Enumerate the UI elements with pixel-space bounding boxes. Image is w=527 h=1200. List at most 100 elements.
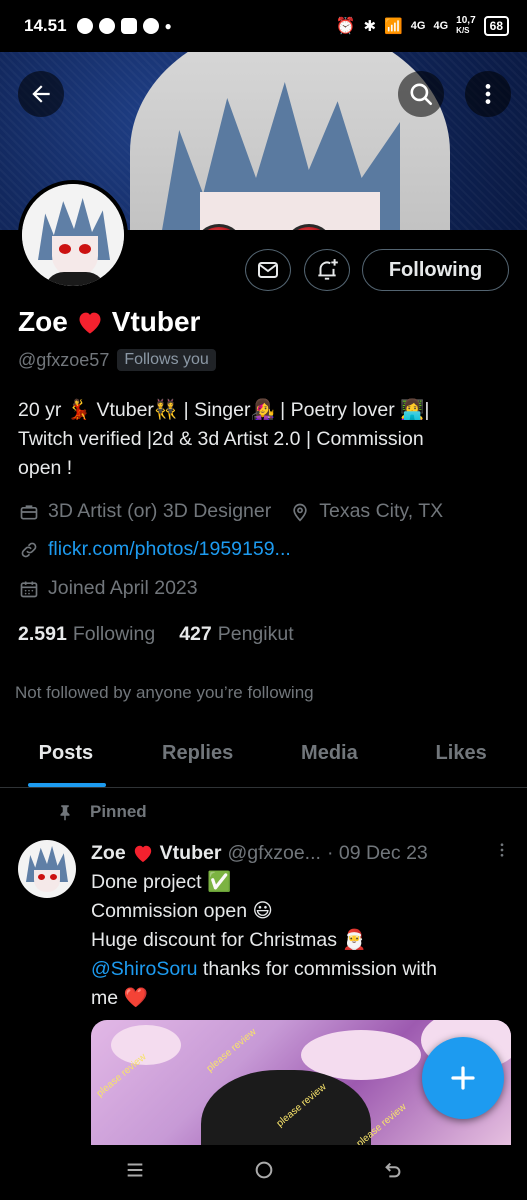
display-name-suffix: Vtuber: [111, 306, 201, 337]
tab-replies[interactable]: Replies: [132, 720, 264, 787]
back-arrow-icon: [32, 85, 50, 103]
heart-icon: [134, 845, 151, 863]
following-label: Following: [72, 623, 156, 645]
avatar-face: [52, 236, 98, 276]
post-author-avatar[interactable]: [18, 840, 76, 898]
recents-button[interactable]: [124, 1159, 146, 1186]
data-speed: 10,7 K/S: [456, 16, 475, 36]
avatar-eye-right: [79, 244, 91, 254]
more-vertical-icon: [485, 84, 491, 104]
post-author-suffix[interactable]: Vtuber: [160, 842, 222, 865]
following-button[interactable]: Following: [362, 249, 509, 291]
compose-button[interactable]: [422, 1037, 504, 1119]
post-mention[interactable]: @ShiroSoru: [91, 958, 198, 980]
speed-value: 10,7: [456, 15, 476, 26]
website-row: flickr.com/photos/1959159...: [18, 538, 291, 561]
post-avatar-face: [34, 870, 60, 892]
message-icon: [258, 262, 278, 278]
handle-row: @gfxzoe57 Follows you: [18, 349, 216, 371]
post-avatar-eye-right: [50, 874, 57, 880]
link-icon: [18, 539, 40, 561]
website-link[interactable]: flickr.com/photos/1959159...: [48, 538, 291, 561]
tab-media[interactable]: Media: [264, 720, 396, 787]
bio-line-2: Twitch verified |2d & 3d Artist 2.0 | Co…: [18, 428, 424, 450]
pin-icon: [60, 805, 70, 821]
avatar-body: [44, 272, 106, 286]
bio-line-1: 20 yr 💃 Vtuber👯 | Singer👩‍🎤 | Poetry lov…: [18, 399, 430, 421]
post-line-2: Commission open 😃: [91, 900, 273, 922]
bluetooth-icon: ✱: [363, 18, 377, 35]
home-circle-icon: [255, 1161, 272, 1179]
notification-add-icon: [318, 259, 338, 280]
status-time: 14.51: [24, 16, 67, 35]
profile-avatar[interactable]: [18, 180, 128, 290]
speed-unit: K/S: [456, 26, 470, 35]
image-watermark: please review: [204, 1026, 259, 1075]
back-nav-button[interactable]: [382, 1159, 404, 1186]
notifications-button[interactable]: [304, 249, 350, 291]
search-icon: [410, 83, 433, 106]
more-vertical-icon: [500, 843, 504, 857]
youtube-icon: [120, 18, 137, 34]
post-line-5: me ❤️: [91, 987, 148, 1009]
message-button[interactable]: [245, 249, 291, 291]
location-pin-icon: [289, 501, 311, 523]
bio-line-3: open !: [18, 457, 73, 479]
following-count: 2.591: [18, 623, 67, 645]
display-name-first: Zoe: [18, 306, 68, 337]
joined-row: Joined April 2023: [18, 577, 198, 600]
search-button[interactable]: [398, 71, 444, 117]
followers-label: Pengikut: [217, 623, 294, 645]
battery-indicator: 68: [483, 16, 509, 36]
post-author-name[interactable]: Zoe: [91, 842, 126, 865]
system-indicators: ⏰ ✱ 📶 4G 4G 10,7 K/S 68: [336, 16, 509, 36]
plus-icon: [451, 1066, 475, 1090]
post-more-button[interactable]: [493, 840, 511, 866]
profession-row: 3D Artist (or) 3D Designer Texas City, T…: [18, 500, 443, 523]
tab-likes[interactable]: Likes: [395, 720, 527, 787]
heart-icon: [79, 312, 101, 334]
mutual-followers-note: Not followed by anyone you’re following: [15, 683, 314, 702]
following-stat[interactable]: 2.591 Following: [18, 623, 155, 646]
post-line-4-rest: thanks for commission with: [197, 958, 438, 980]
image-figure: [201, 1070, 371, 1145]
status-bar: 14.51 ● ⏰ ✱ 📶 4G 4G 10,7 K/S 68: [0, 0, 527, 52]
game-icon: [98, 18, 115, 34]
back-nav-icon: [384, 1162, 400, 1178]
post-author-handle[interactable]: @gfxzoe...: [227, 842, 321, 865]
pinned-label: Pinned: [90, 802, 147, 821]
follow-stats: 2.591 Following 427 Pengikut: [18, 623, 294, 646]
whatsapp-icon: [76, 18, 93, 34]
followers-stat[interactable]: 427 Pengikut: [179, 623, 293, 646]
user-handle: @gfxzoe57: [18, 349, 110, 370]
post-header: Zoe Vtuber @gfxzoe... · 09 Dec 23: [91, 840, 511, 866]
more-notifications-icon: ●: [164, 19, 172, 33]
recents-icon: [127, 1163, 142, 1177]
post-line-3: Huge discount for Christmas 🎅: [91, 929, 367, 951]
pinned-label-row: Pinned: [56, 802, 147, 822]
chat-icon: [142, 18, 159, 34]
location-text: Texas City, TX: [319, 500, 444, 522]
profession-text: 3D Artist (or) 3D Designer: [48, 500, 272, 522]
avatar-eye-left: [59, 244, 71, 254]
post-line-1: Done project ✅: [91, 871, 232, 893]
bio: 20 yr 💃 Vtuber👯 | Singer👩‍🎤 | Poetry lov…: [18, 396, 508, 483]
more-button[interactable]: [465, 71, 511, 117]
network-2: 4G: [433, 20, 449, 32]
followers-count: 427: [179, 623, 212, 645]
back-button[interactable]: [18, 71, 64, 117]
calendar-icon: [18, 578, 40, 600]
joined-text: Joined April 2023: [48, 577, 198, 599]
post-avatar-eye-left: [38, 874, 45, 880]
post-date[interactable]: · 09 Dec 23: [327, 842, 428, 865]
notification-icons: ●: [76, 18, 172, 34]
system-navigation-bar: [0, 1145, 527, 1200]
post-line-4: @ShiroSoru thanks for commission with: [91, 955, 511, 984]
follows-you-badge: Follows you: [117, 349, 216, 371]
home-button[interactable]: [253, 1159, 275, 1186]
tab-posts[interactable]: Posts: [0, 720, 132, 787]
profile-tabs: Posts Replies Media Likes: [0, 720, 527, 788]
alarm-icon: ⏰: [335, 18, 356, 35]
briefcase-icon: [18, 501, 40, 523]
wifi-icon: 📶: [384, 18, 403, 35]
